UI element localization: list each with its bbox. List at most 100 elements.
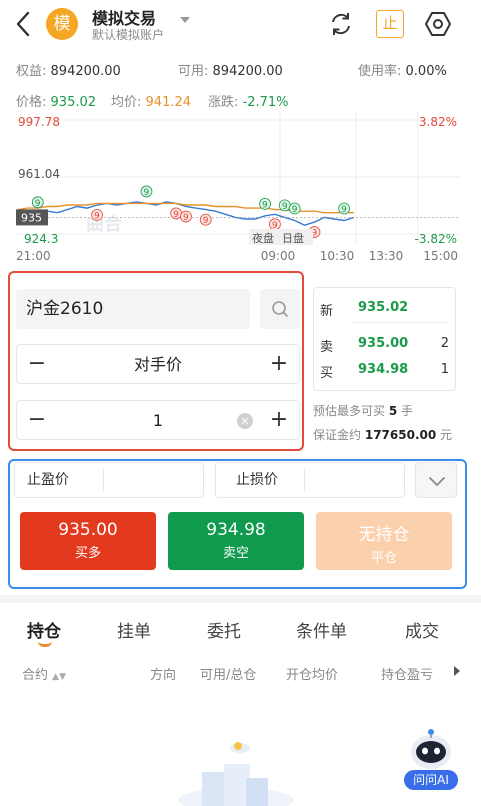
tab-conditional[interactable]: 条件单 bbox=[296, 617, 347, 642]
tab-orders[interactable]: 委托 bbox=[207, 617, 241, 642]
trade-marker-label: 9 bbox=[282, 202, 288, 212]
clear-icon[interactable]: × bbox=[237, 413, 253, 429]
margin-value: 177650.00 bbox=[364, 428, 437, 442]
tab-trades[interactable]: 成交 bbox=[405, 617, 439, 642]
margin-unit: 元 bbox=[440, 428, 453, 442]
trade-marker-label: 9 bbox=[292, 205, 298, 215]
current-price-label: 935 bbox=[21, 211, 42, 224]
y-tick-mid: 961.04 bbox=[18, 167, 60, 181]
trade-marker-label: 9 bbox=[203, 216, 209, 226]
search-icon bbox=[272, 301, 288, 317]
buy-label: 买多 bbox=[74, 546, 101, 561]
price-increase-button[interactable]: + bbox=[267, 353, 291, 377]
column-header-contract[interactable]: 合约 ▲▼ bbox=[22, 664, 66, 683]
x-tick-label: 15:00 bbox=[423, 249, 458, 262]
last-price-value: 935.02 bbox=[358, 300, 409, 315]
bid-label: 买 bbox=[320, 366, 334, 381]
quote-panel: 新 935.02 卖 935.00 2 买 934.98 1 bbox=[313, 287, 456, 391]
field-separator bbox=[103, 469, 104, 491]
intraday-chart[interactable]: 曲合9359999 9 9999 999997.78961.04924.33.82%-… bbox=[16, 112, 460, 262]
tab-positions[interactable]: 持仓 bbox=[27, 617, 61, 642]
back-arrow-icon[interactable] bbox=[12, 10, 34, 38]
quantity-decrease-button[interactable]: − bbox=[25, 409, 49, 433]
price-type-value[interactable]: 对手价 bbox=[57, 345, 259, 385]
usage-label: 使用率: bbox=[358, 64, 402, 79]
x-tick-label: 13:30 bbox=[369, 249, 404, 262]
price-decrease-button[interactable]: − bbox=[25, 353, 49, 377]
price-info: 价格: 935.02 bbox=[16, 91, 96, 110]
chevron-down-icon bbox=[429, 477, 445, 486]
tab-pending[interactable]: 挂单 bbox=[117, 617, 151, 642]
contract-symbol-field[interactable]: 沪金2610 bbox=[16, 289, 250, 329]
column-header-open-avg: 开仓均价 bbox=[286, 668, 339, 683]
expand-stops-button[interactable] bbox=[415, 462, 457, 498]
ask-ai-button[interactable]: 问问AI bbox=[402, 726, 460, 792]
trade-marker-label: 9 bbox=[143, 188, 149, 198]
buy-price: 935.00 bbox=[58, 520, 118, 540]
empty-state-illustration bbox=[178, 742, 294, 806]
equity-value: 894200.00 bbox=[50, 64, 121, 79]
sort-icon: ▲▼ bbox=[52, 672, 66, 682]
price-value: 935.02 bbox=[50, 95, 97, 110]
active-tab-indicator bbox=[38, 641, 52, 647]
account-subtitle[interactable]: 默认模拟账户 bbox=[92, 26, 164, 43]
margin-label: 保证金约 bbox=[313, 428, 362, 442]
close-label: 平仓 bbox=[370, 551, 397, 566]
stop-order-button[interactable]: 止 bbox=[376, 10, 404, 38]
close-status: 无持仓 bbox=[358, 525, 410, 545]
session-night-label: 夜盘 bbox=[252, 231, 274, 245]
equity-info: 权益: 894200.00 bbox=[16, 60, 121, 79]
take-profit-field[interactable]: 止盈价 bbox=[14, 462, 204, 498]
buy-long-button[interactable]: 935.00 买多 bbox=[20, 512, 156, 570]
quantity-input[interactable]: 1 bbox=[57, 401, 259, 441]
ask-price[interactable]: 935.00 bbox=[358, 336, 408, 351]
x-tick-label: 09:00 bbox=[261, 249, 296, 262]
settings-icon[interactable] bbox=[424, 10, 452, 38]
column-header-direction: 方向 bbox=[150, 668, 177, 683]
estimate-margin: 保证金约 177650.00 元 bbox=[313, 426, 452, 443]
trade-marker-label: 9 bbox=[173, 210, 179, 220]
refresh-icon[interactable] bbox=[327, 10, 355, 38]
trade-marker-label: 9 bbox=[262, 200, 268, 210]
sell-label: 卖空 bbox=[222, 546, 249, 561]
stop-loss-field[interactable]: 止损价 bbox=[215, 462, 405, 498]
quantity-stepper: − 1 × + bbox=[16, 400, 300, 440]
avg-info: 均价: 941.24 bbox=[111, 91, 191, 110]
robot-icon bbox=[411, 729, 451, 769]
quantity-increase-button[interactable]: + bbox=[267, 409, 291, 433]
y-tick-max: 997.78 bbox=[18, 115, 60, 129]
bid-price[interactable]: 934.98 bbox=[358, 362, 408, 377]
close-position-button[interactable]: 无持仓 平仓 bbox=[316, 512, 452, 570]
quote-divider bbox=[352, 322, 449, 323]
trade-marker-label: 9 bbox=[341, 205, 347, 215]
available-value: 894200.00 bbox=[212, 64, 283, 79]
account-avatar[interactable]: 模 bbox=[46, 8, 78, 40]
scroll-right-icon[interactable] bbox=[454, 666, 460, 676]
field-separator bbox=[304, 469, 305, 491]
contract-column-label: 合约 bbox=[22, 668, 49, 683]
trade-marker-label: 9 bbox=[94, 211, 100, 221]
chevron-down-icon[interactable] bbox=[180, 17, 190, 23]
session-day-label: 日盘 bbox=[282, 231, 304, 245]
equity-label: 权益: bbox=[16, 64, 47, 79]
ask-label: 卖 bbox=[320, 340, 334, 355]
avg-label: 均价: bbox=[111, 95, 142, 110]
column-header-available: 可用/总仓 bbox=[200, 668, 257, 683]
max-lots-label: 预估最多可买 bbox=[313, 404, 386, 418]
x-tick-label: 21:00 bbox=[16, 249, 51, 262]
trade-marker-label: 9 bbox=[183, 213, 189, 223]
ask-volume: 2 bbox=[440, 336, 449, 351]
trade-marker-label: 9 bbox=[35, 199, 41, 209]
take-profit-label: 止盈价 bbox=[27, 472, 69, 488]
change-label: 涨跌: bbox=[208, 95, 239, 110]
price-type-stepper: − 对手价 + bbox=[16, 344, 300, 384]
available-info: 可用: 894200.00 bbox=[178, 60, 283, 79]
usage-info: 使用率: 0.00% bbox=[358, 60, 447, 79]
right-tick-min: -3.82% bbox=[415, 232, 457, 246]
sell-short-button[interactable]: 934.98 卖空 bbox=[168, 512, 304, 570]
available-label: 可用: bbox=[178, 64, 209, 79]
ask-ai-label: 问问AI bbox=[404, 770, 458, 790]
price-label: 价格: bbox=[16, 95, 47, 110]
contract-search-button[interactable] bbox=[260, 289, 300, 329]
estimate-max-lots: 预估最多可买 5 手 bbox=[313, 402, 413, 419]
